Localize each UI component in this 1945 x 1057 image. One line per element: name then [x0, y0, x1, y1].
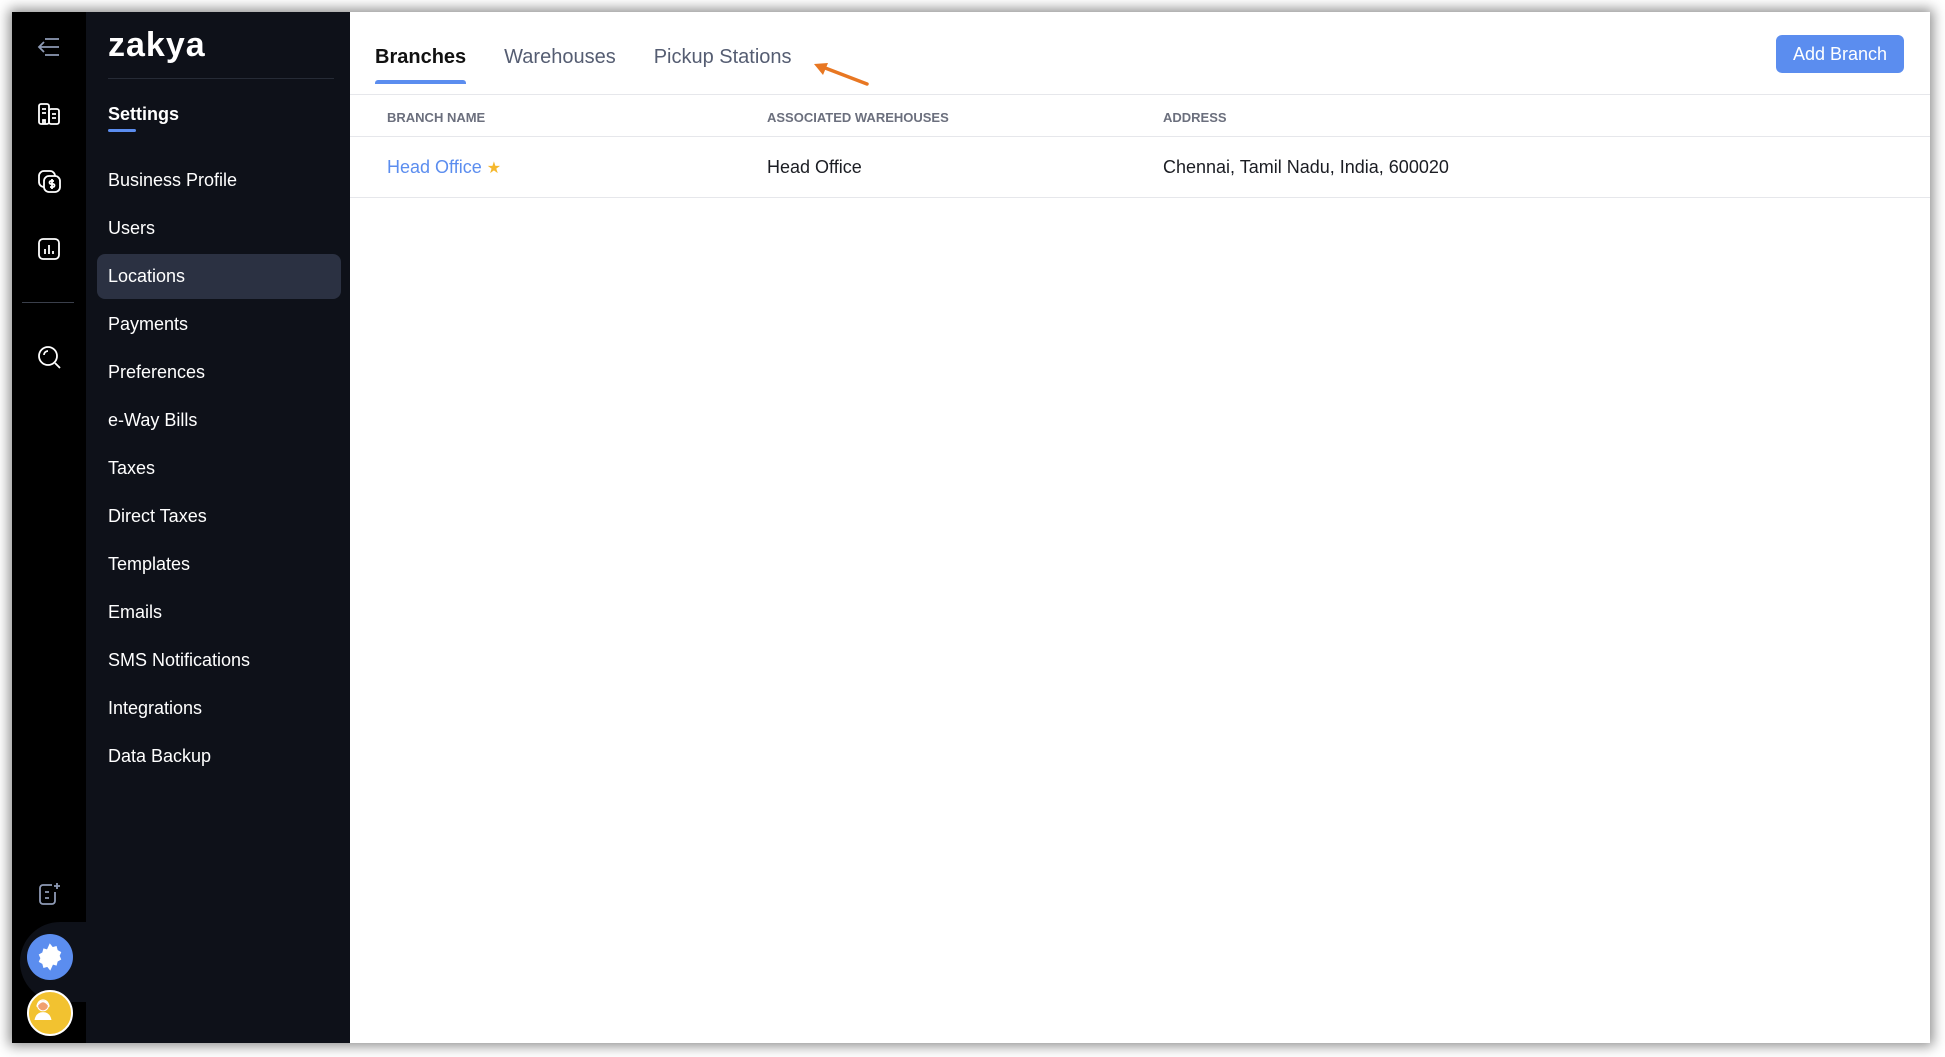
sidebar-item-preferences[interactable]: Preferences [97, 348, 341, 396]
sidebar-item-templates[interactable]: Templates [97, 540, 341, 588]
row-divider [350, 197, 1930, 198]
branch-link[interactable]: Head Office [387, 157, 482, 177]
sales-icon[interactable] [34, 166, 64, 196]
sidebar-title: Settings [108, 104, 180, 124]
associated-warehouses-cell: Head Office [767, 157, 862, 177]
column-header-associated-warehouses: ASSOCIATED WAREHOUSES [767, 110, 949, 125]
header-divider [350, 136, 1930, 137]
search-icon[interactable] [34, 342, 64, 372]
address-cell: Chennai, Tamil Nadu, India, 600020 [1163, 157, 1449, 177]
app-window: zakya Settings Business Profile Users Lo… [12, 12, 1930, 1043]
settings-gear-icon[interactable] [27, 934, 73, 980]
sidebar-item-integrations[interactable]: Integrations [97, 684, 341, 732]
user-avatar[interactable] [27, 990, 73, 1036]
tab-branches[interactable]: Branches [375, 46, 467, 84]
branch-name-cell: Head Office ★ [387, 157, 501, 178]
new-entry-icon[interactable] [34, 879, 64, 909]
icon-rail [12, 12, 86, 1043]
rail-divider [22, 302, 74, 303]
tab-warehouses[interactable]: Warehouses [504, 46, 616, 83]
sidebar-item-payments[interactable]: Payments [97, 300, 341, 348]
tab-pickup-stations[interactable]: Pickup Stations [654, 46, 792, 83]
sidebar-item-direct-taxes[interactable]: Direct Taxes [97, 492, 341, 540]
zakya-logo: zakya [108, 26, 206, 64]
tabs-divider [350, 94, 1930, 95]
sidebar-item-locations[interactable]: Locations [97, 254, 341, 299]
sidebar-item-data-backup[interactable]: Data Backup [97, 732, 341, 780]
sidebar-item-sms-notifications[interactable]: SMS Notifications [97, 636, 341, 684]
sidebar-item-emails[interactable]: Emails [97, 588, 341, 636]
settings-nav: Business Profile Users Locations Payment… [97, 156, 341, 780]
back-menu-icon[interactable] [34, 32, 64, 62]
sidebar-divider [108, 78, 334, 79]
sidebar-item-users[interactable]: Users [97, 204, 341, 252]
sidebar-item-business-profile[interactable]: Business Profile [97, 156, 341, 204]
column-header-address: ADDRESS [1163, 110, 1227, 125]
branches-icon[interactable] [34, 99, 64, 129]
add-branch-button[interactable]: Add Branch [1776, 35, 1904, 73]
annotation-arrow-icon [814, 63, 869, 86]
sidebar-item-taxes[interactable]: Taxes [97, 444, 341, 492]
settings-sidebar: zakya Settings Business Profile Users Lo… [86, 12, 350, 1043]
reports-icon[interactable] [34, 234, 64, 264]
title-underline [108, 129, 136, 132]
sidebar-item-eway-bills[interactable]: e-Way Bills [97, 396, 341, 444]
primary-star-icon: ★ [486, 160, 502, 177]
column-header-branch-name: BRANCH NAME [387, 110, 486, 125]
location-tabs: Branches Warehouses Pickup Stations [375, 46, 830, 84]
main-content: Branches Warehouses Pickup Stations Add … [350, 12, 1930, 1043]
